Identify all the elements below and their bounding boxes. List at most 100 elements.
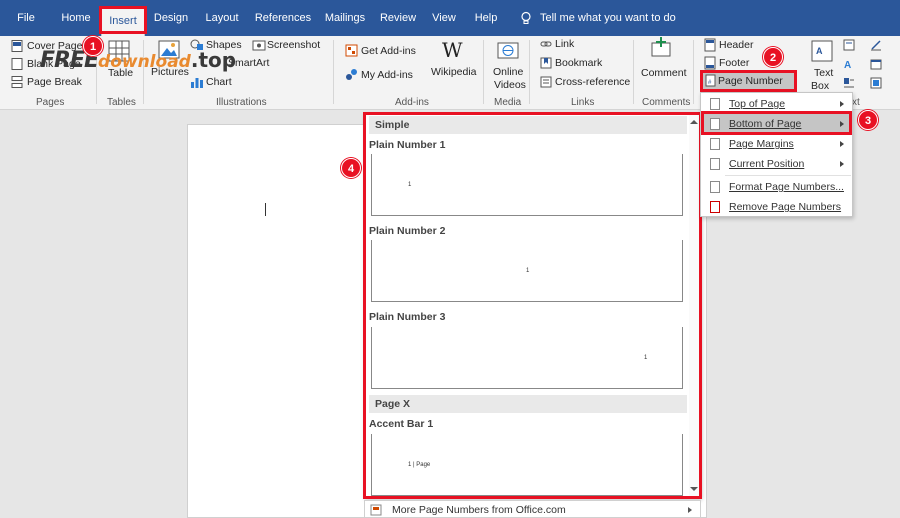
page-break-button[interactable]: Page Break (27, 76, 82, 88)
cross-reference-button[interactable]: Cross-reference (555, 76, 630, 88)
gallery-item-name: Plain Number 2 (369, 225, 446, 237)
scroll-down-icon[interactable] (690, 487, 698, 491)
tab-design[interactable]: Design (150, 0, 192, 36)
tab-help[interactable]: Help (468, 0, 504, 36)
text-box-button-line2[interactable]: Box (811, 80, 829, 92)
svg-text:A: A (816, 46, 823, 56)
gallery-item-plain-number-1[interactable]: 1 (371, 154, 683, 216)
format-page-numbers-icon (710, 181, 720, 193)
page-number-label: Page Number (718, 75, 783, 87)
tell-me-search[interactable]: Tell me what you want to do (540, 0, 676, 36)
submenu-arrow-icon (840, 141, 844, 147)
footer-button[interactable]: Footer (719, 57, 749, 69)
remove-page-numbers-icon (710, 201, 720, 213)
menu-separator (725, 175, 851, 176)
menu-item-page-margins[interactable]: Page Margins (702, 134, 852, 154)
link-button[interactable]: Link (555, 38, 574, 50)
footer-icon (704, 56, 716, 70)
callout-badge-4: 4 (341, 158, 361, 178)
callout-badge-2: 2 (763, 47, 783, 67)
page-number-sample: 1 | Page (408, 462, 431, 468)
gallery-section-page-x: Page X (369, 395, 687, 413)
gallery-item-plain-number-3[interactable]: 1 (371, 327, 683, 389)
comment-icon (651, 37, 671, 57)
tab-view[interactable]: View (426, 0, 462, 36)
header-icon (704, 38, 716, 52)
watermark-logo: FREEdownload.top (40, 48, 237, 73)
header-button[interactable]: Header (719, 39, 753, 51)
submenu-arrow-icon (840, 161, 844, 167)
bookmark-icon (540, 57, 552, 69)
wikipedia-icon: W (442, 38, 463, 62)
gallery-item-plain-number-2[interactable]: 1 (371, 240, 683, 302)
cover-page-icon (11, 40, 23, 52)
page-number-sample: 1 (408, 182, 412, 188)
page-margins-icon (710, 138, 720, 150)
bookmark-button[interactable]: Bookmark (555, 57, 602, 69)
page-number-menu: Top of Page Bottom of Page Page Margins … (700, 92, 853, 217)
group-label-illustrations: Illustrations (216, 97, 267, 108)
gallery-item-accent-bar-1[interactable]: 1 | Page (371, 434, 683, 496)
tab-insert[interactable]: Insert (101, 8, 145, 36)
wordart-icon: A (844, 60, 851, 70)
current-position-icon (710, 158, 720, 170)
submenu-arrow-icon (840, 121, 844, 127)
tab-home[interactable]: Home (54, 0, 98, 36)
menu-item-top-of-page[interactable]: Top of Page (702, 94, 852, 114)
menu-item-current-position[interactable]: Current Position (702, 154, 852, 174)
text-cursor (265, 203, 266, 216)
chart-button[interactable]: Chart (206, 76, 232, 88)
callout-badge-1: 1 (83, 36, 103, 56)
online-videos-icon (497, 42, 519, 59)
get-addins-button[interactable]: Get Add-ins (361, 45, 416, 57)
store-icon (345, 44, 358, 57)
online-videos-button-line2[interactable]: Videos (494, 79, 526, 91)
more-page-numbers-item[interactable]: More Page Numbers from Office.com (364, 500, 701, 518)
online-videos-button-line1[interactable]: Online (493, 66, 523, 78)
tab-file[interactable]: File (8, 0, 44, 36)
cross-reference-icon (540, 76, 552, 88)
office-page-icon (370, 504, 382, 516)
group-label-pages: Pages (36, 97, 65, 108)
tab-review[interactable]: Review (376, 0, 420, 36)
tab-references[interactable]: References (252, 0, 314, 36)
wikipedia-button[interactable]: Wikipedia (431, 66, 477, 78)
more-page-numbers-label: More Page Numbers from Office.com (392, 504, 566, 516)
top-of-page-icon (710, 98, 720, 110)
page-break-icon (11, 76, 23, 88)
screenshot-icon (252, 40, 266, 51)
menu-item-remove-page-numbers[interactable]: Remove Page Numbers (702, 197, 852, 217)
group-label-text-partial: xt (852, 97, 860, 108)
object-icon (870, 77, 882, 89)
page-number-button[interactable]: # Page Number (702, 72, 795, 90)
blank-page-icon (11, 58, 23, 70)
text-box-button-line1[interactable]: Text (814, 67, 833, 79)
gallery-item-name: Plain Number 1 (369, 139, 446, 151)
my-addins-icon (346, 69, 357, 80)
group-separator (333, 40, 334, 104)
tab-layout[interactable]: Layout (199, 0, 245, 36)
menu-item-bottom-of-page[interactable]: Bottom of Page (702, 114, 852, 134)
group-separator (529, 40, 530, 104)
text-box-icon: A (811, 40, 833, 62)
gallery-item-name: Accent Bar 1 (369, 418, 434, 430)
group-label-addins: Add-ins (395, 97, 429, 108)
gallery-section-simple: Simple (369, 116, 687, 134)
svg-text:A: A (844, 60, 851, 70)
bottom-of-page-icon (710, 118, 720, 130)
link-icon (540, 41, 552, 47)
group-label-media: Media (494, 97, 522, 108)
group-separator (483, 40, 484, 104)
date-time-icon (870, 59, 882, 70)
ribbon-tab-bar: File Home Insert Design Layout Reference… (0, 0, 900, 36)
menu-item-format-page-numbers[interactable]: Format Page Numbers... (702, 177, 852, 197)
tab-mailings[interactable]: Mailings (320, 0, 370, 36)
screenshot-button[interactable]: Screenshot (267, 39, 320, 51)
lightbulb-icon (521, 11, 531, 24)
page-number-sample: 1 (644, 355, 648, 361)
my-addins-button[interactable]: My Add-ins (361, 69, 413, 81)
scroll-up-icon[interactable] (690, 120, 698, 124)
comment-button[interactable]: Comment (641, 67, 687, 79)
gallery-item-name: Plain Number 3 (369, 311, 446, 323)
gallery-scrollbar[interactable] (689, 115, 699, 496)
